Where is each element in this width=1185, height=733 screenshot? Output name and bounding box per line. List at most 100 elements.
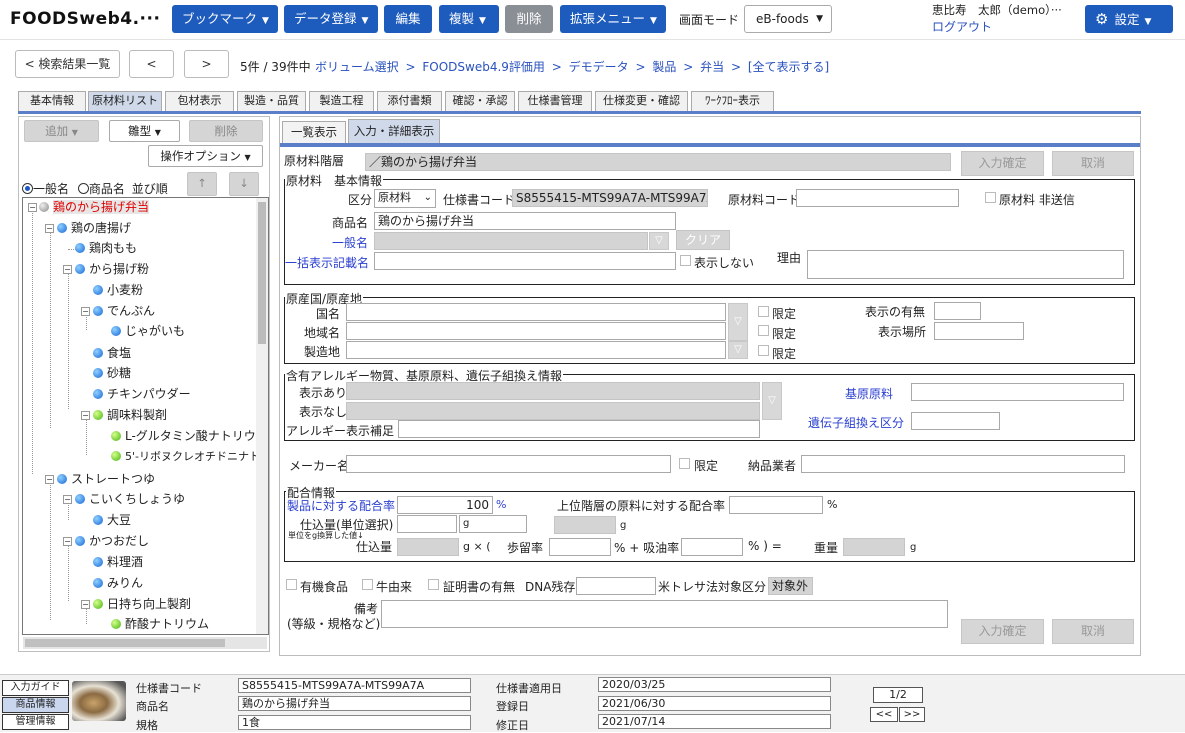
collapse-toggle[interactable]: − (81, 307, 90, 316)
breadcrumb-volume[interactable]: ボリューム選択 (315, 60, 399, 74)
dna-input[interactable] (576, 577, 656, 595)
tab-spec-change[interactable]: 仕様変更・確認 (595, 91, 688, 111)
blend-rate-input[interactable]: 100 (397, 496, 493, 514)
tree-node[interactable]: 料理酒 (93, 553, 143, 572)
tab-basic-info[interactable]: 基本情報 (18, 91, 86, 111)
supplier-input[interactable] (801, 455, 1125, 473)
radio-product-name[interactable] (77, 183, 89, 194)
footer-prev-page-button[interactable]: << (870, 707, 898, 722)
sort-up-button[interactable]: ↑ (187, 172, 217, 196)
kubun-select[interactable]: 原材料 ⌄ (374, 189, 436, 208)
tree-node[interactable]: チキンパウダー (93, 385, 191, 404)
product-name-input[interactable]: 鶏のから揚げ弁当 (374, 212, 676, 230)
subtab-list-view[interactable]: 一覧表示 (282, 121, 346, 143)
yield-input[interactable] (549, 538, 611, 556)
region-input[interactable] (346, 322, 726, 340)
tab-packaging[interactable]: 包材表示 (165, 91, 234, 111)
tab-material-list[interactable]: 原材料リスト (88, 91, 162, 111)
tab-approval[interactable]: 確認・承認 (445, 91, 515, 111)
tree-vertical-scrollbar[interactable] (256, 198, 268, 634)
tree-node[interactable]: 砂糖 (93, 364, 131, 383)
clear-button[interactable]: クリア (676, 230, 730, 250)
tree-node[interactable]: ストレートつゆ (57, 470, 155, 489)
tree-delete-button[interactable]: 削除 (189, 120, 263, 142)
collapse-toggle[interactable]: − (63, 265, 72, 274)
maker-input[interactable] (346, 455, 671, 473)
tree-node[interactable]: 鶏のから揚げ弁当 (39, 198, 150, 217)
data-register-menu-button[interactable]: データ登録 ▼ (284, 5, 378, 33)
confirm-button-bottom[interactable]: 入力確定 (961, 619, 1044, 644)
display-presence-input[interactable] (934, 302, 981, 320)
country-input[interactable] (346, 303, 726, 321)
radio-general-name[interactable] (22, 183, 33, 194)
certificate-checkbox[interactable] (428, 579, 439, 590)
show-all-link[interactable]: [全て表示する] (748, 60, 829, 74)
cancel-button-top[interactable]: 取消 (1052, 151, 1134, 176)
mfg-place-input[interactable] (346, 341, 726, 359)
region-limited-checkbox[interactable] (758, 325, 769, 336)
tree-node[interactable]: 鶏肉もも (75, 239, 137, 258)
display-place-input[interactable] (934, 322, 1024, 340)
blend-rate-label[interactable]: 製品に対する配合率 (287, 497, 395, 514)
delete-button[interactable]: 削除 (505, 5, 553, 33)
mfg-limited-checkbox[interactable] (758, 345, 769, 356)
material-code-input[interactable] (796, 189, 959, 207)
organic-checkbox[interactable] (286, 579, 297, 590)
extension-menu-button[interactable]: 拡張メニュー ▼ (560, 5, 666, 33)
tab-spec-management[interactable]: 仕様書管理 (518, 91, 592, 111)
subtab-detail-view[interactable]: 入力・詳細表示 (348, 119, 440, 143)
prev-record-button[interactable]: < (129, 50, 174, 78)
tree-node[interactable]: から揚げ粉 (75, 260, 149, 279)
tree-node[interactable]: 酢酸ナトリウム (111, 615, 209, 634)
tree-horizontal-scrollbar[interactable] (23, 637, 267, 649)
product-info-button[interactable]: 商品情報 (2, 697, 69, 713)
tree-node[interactable]: 小麦粉 (93, 281, 143, 300)
add-button[interactable]: 追加 ▼ (24, 120, 99, 142)
operation-options-button[interactable]: 操作オプション ▼ (148, 145, 263, 167)
logout-link[interactable]: ログアウト (932, 18, 992, 35)
tree-node[interactable]: こいくちしょうゆ (75, 490, 185, 509)
collapse-toggle[interactable]: − (63, 537, 72, 546)
edit-button[interactable]: 編集 (384, 5, 432, 33)
collapse-toggle[interactable]: − (63, 495, 72, 504)
country-dropdown-icon[interactable]: ▽ (728, 303, 748, 341)
tab-process[interactable]: 製造工程 (309, 91, 374, 111)
tree-node[interactable]: 日持ち向上製剤 (93, 595, 191, 614)
tree-node[interactable]: かつおだし (75, 532, 149, 551)
breadcrumb-demo[interactable]: デモデータ (569, 60, 629, 74)
upper-rate-input[interactable] (729, 496, 823, 514)
tree-node[interactable]: 食塩 (93, 344, 131, 363)
unit-select[interactable]: g (459, 515, 527, 533)
base-material-label[interactable]: 基原原料 (845, 385, 893, 402)
oil-absorption-input[interactable] (681, 538, 743, 556)
mfg-place-dropdown-icon[interactable]: ▽ (728, 341, 748, 359)
tree-node[interactable]: L-グルタミン酸ナトリウム (111, 427, 268, 446)
bookmark-menu-button[interactable]: ブックマーク ▼ (172, 5, 278, 33)
tree-node[interactable]: 調味料製剤 (93, 406, 167, 425)
cancel-button-bottom[interactable]: 取消 (1052, 619, 1134, 644)
collapse-toggle[interactable]: − (81, 411, 90, 420)
back-to-results-button[interactable]: < 検索結果一覧 (15, 50, 120, 78)
tab-attachments[interactable]: 添付書類 (377, 91, 442, 111)
gm-kubun-label[interactable]: 遺伝子組換え区分 (808, 414, 904, 431)
gm-kubun-input[interactable] (911, 412, 1000, 430)
sort-down-button[interactable]: ↓ (229, 172, 259, 196)
confirm-button-top[interactable]: 入力確定 (961, 151, 1044, 176)
breadcrumb-eval[interactable]: FOODSweb4.9評価用 (422, 60, 545, 74)
tab-workflow[interactable]: ﾜｰｸﾌﾛｰ表示 (691, 91, 774, 111)
country-limited-checkbox[interactable] (758, 306, 769, 317)
collapse-toggle[interactable]: − (45, 224, 54, 233)
tree-node[interactable]: 大豆 (93, 511, 131, 530)
management-info-button[interactable]: 管理情報 (2, 714, 69, 730)
base-material-input[interactable] (911, 383, 1124, 401)
breadcrumb-bento[interactable]: 弁当 (700, 60, 724, 74)
allergy-note-input[interactable] (398, 420, 760, 438)
duplicate-menu-button[interactable]: 複製 ▼ (439, 5, 499, 33)
tab-manufacturing-quality[interactable]: 製造・品質 (237, 91, 306, 111)
template-button[interactable]: 雛型 ▼ (109, 120, 180, 142)
tree-node[interactable]: みりん (93, 574, 143, 593)
tree-node[interactable]: 鶏の唐揚げ (57, 219, 131, 238)
general-name-dropdown-icon[interactable]: ▽ (649, 232, 669, 250)
scroll-thumb[interactable] (258, 202, 266, 344)
reason-input[interactable] (807, 250, 1124, 279)
